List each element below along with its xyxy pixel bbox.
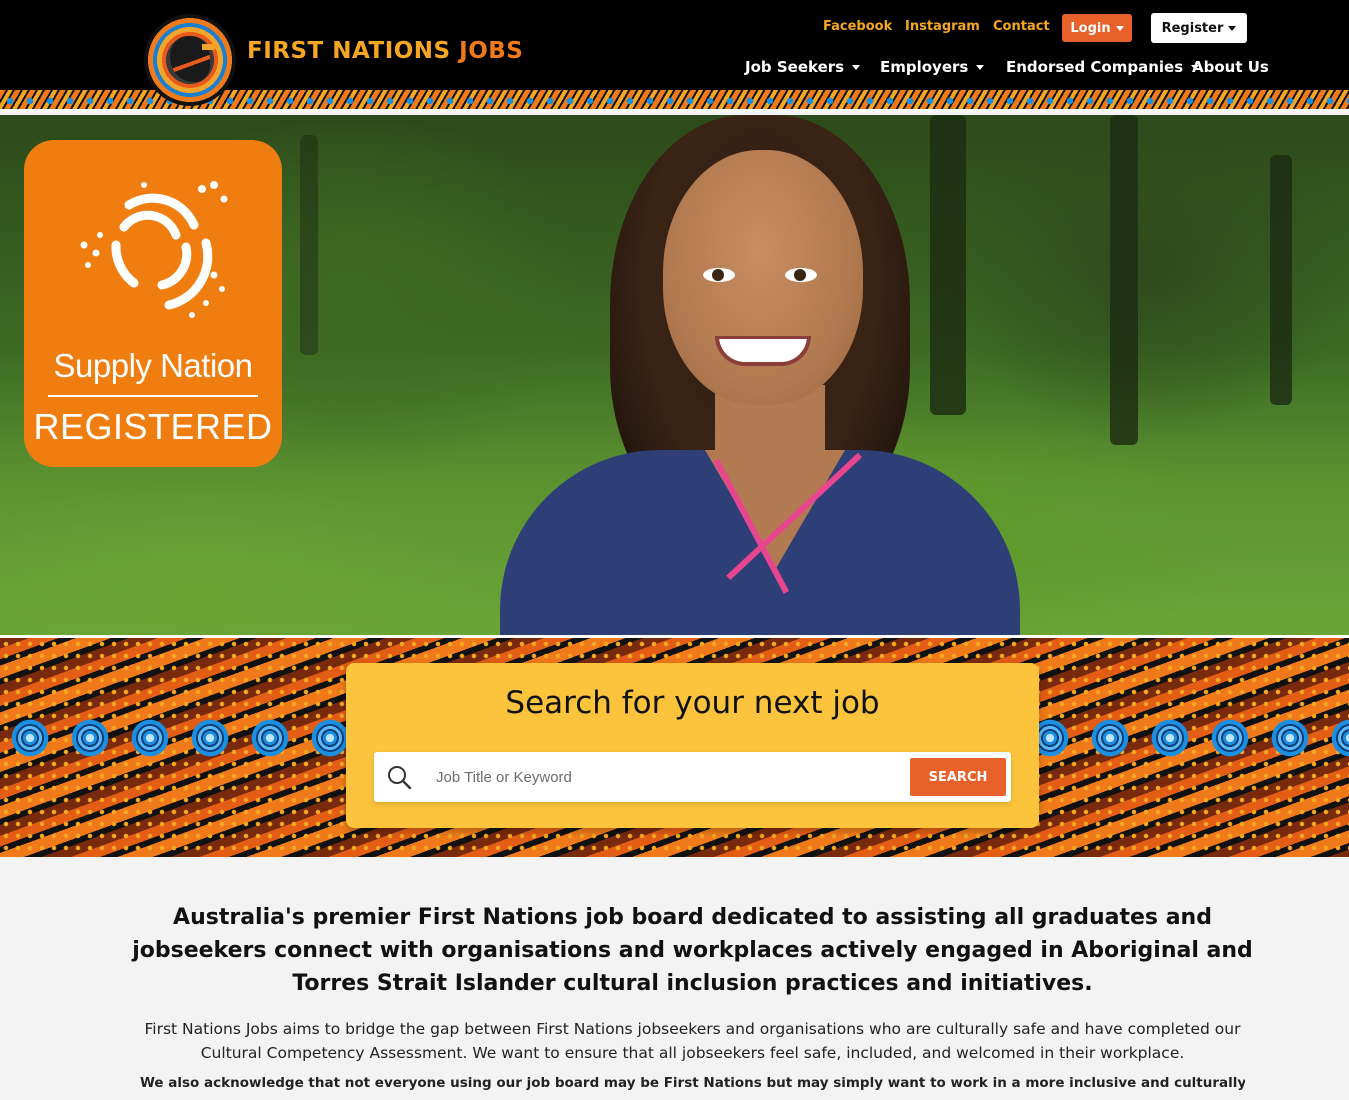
facebook-link[interactable]: Facebook — [823, 19, 892, 34]
person-eye — [703, 268, 735, 282]
badge-line2: REGISTERED — [33, 406, 273, 447]
search-card: Search for your next job SEARCH — [346, 663, 1039, 828]
badge-divider — [48, 395, 258, 397]
tree-trunk — [1110, 115, 1138, 445]
nav-about-us[interactable]: About Us — [1192, 58, 1269, 76]
nav-job-seekers-label: Job Seekers — [745, 58, 845, 76]
nav-job-seekers[interactable]: Job Seekers — [745, 58, 861, 76]
tree-trunk — [1270, 155, 1292, 405]
hero-person — [500, 115, 1020, 635]
nav-employers[interactable]: Employers — [880, 58, 985, 76]
search-icon — [388, 766, 412, 790]
intro-heading: Australia's premier First Nations job bo… — [132, 905, 1253, 996]
person-vneck — [705, 450, 845, 570]
supply-nation-badge: Supply Nation REGISTERED — [24, 140, 282, 467]
logo-bird — [170, 36, 210, 82]
caret-down-icon — [976, 64, 985, 70]
register-button[interactable]: Register — [1151, 13, 1247, 43]
nav-employers-label: Employers — [880, 58, 969, 76]
logo-beak — [202, 44, 216, 50]
person-face — [663, 150, 863, 405]
search-button[interactable]: SEARCH — [910, 758, 1006, 796]
search-box: SEARCH — [374, 752, 1011, 802]
nav-endorsed-label: Endorsed Companies — [1006, 58, 1184, 76]
login-label: Login — [1070, 20, 1111, 36]
caret-down-icon — [1228, 25, 1237, 31]
intro-paragraph-2: We also acknowledge that not everyone us… — [140, 1075, 1245, 1091]
register-label: Register — [1161, 20, 1224, 36]
caret-down-icon — [1115, 25, 1124, 31]
nav-endorsed-companies[interactable]: Endorsed Companies — [1006, 58, 1200, 76]
tree-trunk — [300, 135, 318, 355]
login-button[interactable]: Login — [1062, 14, 1132, 42]
instagram-link[interactable]: Instagram — [905, 19, 980, 34]
person-eye — [785, 268, 817, 282]
contact-link[interactable]: Contact — [993, 19, 1050, 34]
intro-section: Australia's premier First Nations job bo… — [0, 857, 1349, 1100]
supply-nation-mark-icon — [80, 181, 228, 318]
logo-icon[interactable] — [144, 14, 236, 106]
nav-about-label: About Us — [1192, 58, 1269, 76]
person-smile — [715, 336, 811, 366]
caret-down-icon — [852, 64, 861, 70]
search-input[interactable] — [436, 762, 896, 792]
intro-paragraph: First Nations Jobs aims to bridge the ga… — [144, 1020, 1241, 1062]
badge-line1: Supply Nation — [53, 347, 253, 384]
search-title: Search for your next job — [505, 685, 880, 721]
